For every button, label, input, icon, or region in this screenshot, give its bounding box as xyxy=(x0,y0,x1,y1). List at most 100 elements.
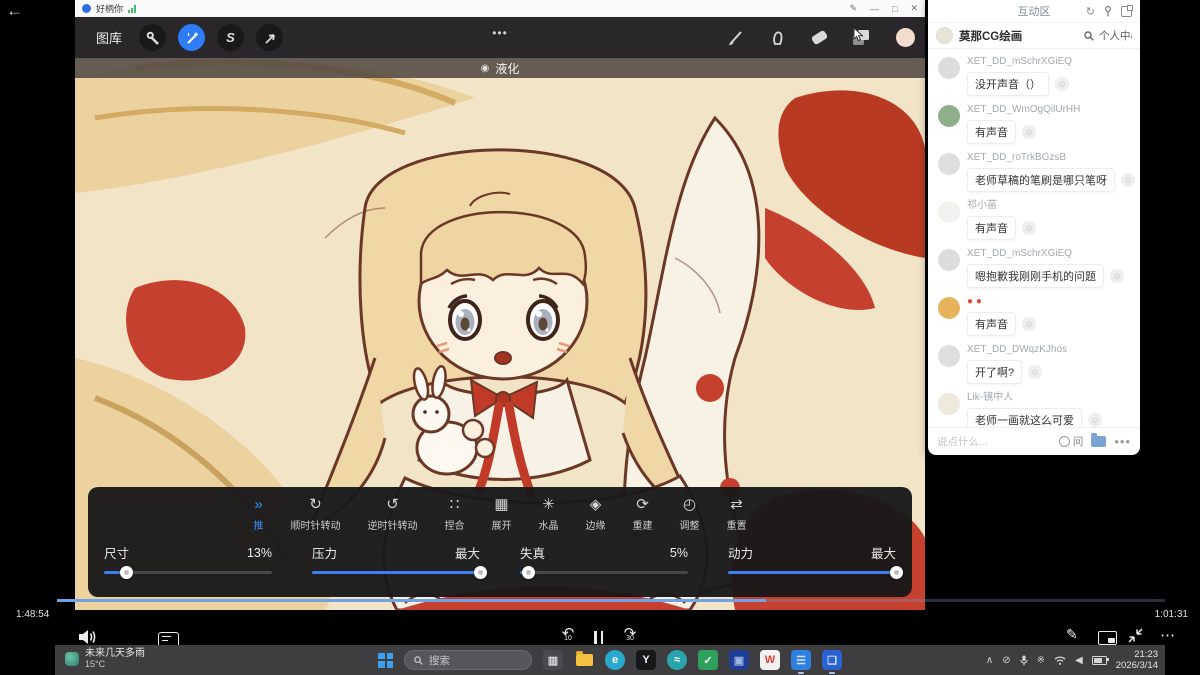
pin-icon[interactable] xyxy=(1104,6,1112,17)
folder-icon[interactable] xyxy=(1091,436,1106,447)
momentum-slider[interactable]: 动力最大 xyxy=(728,543,896,574)
microphone-icon[interactable] xyxy=(1020,655,1028,666)
annotate-icon[interactable]: ✎ xyxy=(849,3,857,14)
start-button[interactable] xyxy=(378,653,393,668)
slider-track[interactable] xyxy=(728,571,896,574)
taskbar-app-6[interactable]: ✓ xyxy=(698,650,718,670)
chat-message: Lik-镜中人 老师一画就这么可爱☺ xyxy=(938,392,1130,427)
back-button[interactable]: ← xyxy=(6,2,23,20)
personal-center-link[interactable]: 个人中心 xyxy=(1099,28,1132,43)
refresh-icon[interactable]: ↻ xyxy=(1086,5,1095,18)
message-action-icon[interactable]: ☺ xyxy=(1055,77,1069,91)
message-bubble: 老师草稿的笔刷是哪只笔呀 xyxy=(967,168,1115,192)
maximize-button[interactable]: □ xyxy=(892,4,897,14)
do-not-disturb-icon[interactable]: ⊘ xyxy=(1002,655,1010,666)
wifi-icon[interactable] xyxy=(1054,656,1066,665)
rewind-10-button[interactable]: ↶10 xyxy=(556,627,580,642)
slider-knob[interactable] xyxy=(890,566,903,579)
pip-button[interactable] xyxy=(1098,631,1117,645)
tool-reconstruct[interactable]: ⟳重建 xyxy=(633,497,653,532)
sender-name: 祁小苗 xyxy=(967,200,1036,212)
tray-volume-icon[interactable]: ◀ xyxy=(1075,655,1083,666)
chat-titlebar: 互动区 ↻ xyxy=(928,0,1140,23)
taskbar-clock[interactable]: 21:23 2026/3/14 xyxy=(1116,649,1158,671)
tool-pinch[interactable]: ∷捏合 xyxy=(445,497,465,532)
message-action-icon[interactable]: ☺ xyxy=(1022,221,1036,235)
message-action-icon[interactable]: ☺ xyxy=(1028,365,1042,379)
input-method-icon[interactable]: ※ xyxy=(1037,655,1045,666)
weather-widget[interactable]: 未来几天多雨 15°C xyxy=(65,648,145,669)
gallery-button[interactable]: 图库 xyxy=(96,28,122,47)
message-action-icon[interactable]: ☺ xyxy=(1121,173,1135,187)
tool-twirl-cw[interactable]: ↻顺时针转动 xyxy=(291,497,341,532)
eraser-icon[interactable] xyxy=(811,30,828,46)
message-action-icon[interactable]: ☺ xyxy=(1110,269,1124,283)
annotate-pencil-button[interactable]: ✎ xyxy=(1066,626,1078,643)
taskbar-app-4[interactable]: Y xyxy=(636,650,656,670)
taskbar-app-1[interactable]: ▥ xyxy=(543,650,563,670)
selection-button[interactable]: S xyxy=(217,24,244,51)
message-bubble: 嗯抱歉我刚刚手机的问题 xyxy=(967,264,1104,288)
taskbar-app-10[interactable]: ❑ xyxy=(822,650,842,670)
slider-track[interactable] xyxy=(104,571,272,574)
tool-reset[interactable]: ⇄重置 xyxy=(727,497,747,532)
transform-arrow-icon xyxy=(263,31,277,45)
chat-more-icon[interactable]: ••• xyxy=(1114,434,1131,449)
tray-expand-icon[interactable]: ∧ xyxy=(986,655,993,666)
message-action-icon[interactable]: ☺ xyxy=(1022,125,1036,139)
transform-button[interactable] xyxy=(256,24,283,51)
distortion-slider[interactable]: 失真5% xyxy=(520,543,688,574)
minimize-button[interactable]: — xyxy=(870,4,879,14)
chat-message: 祁小苗 有声音☺ xyxy=(938,200,1130,240)
slider-track[interactable] xyxy=(312,571,480,574)
exit-fullscreen-button[interactable] xyxy=(1128,628,1143,643)
popout-icon[interactable] xyxy=(1121,6,1132,17)
weather-forecast: 未来几天多雨 xyxy=(85,648,145,659)
actions-button[interactable] xyxy=(139,24,166,51)
tool-crystal[interactable]: ✳水晶 xyxy=(539,497,559,532)
tool-twirl-ccw[interactable]: ↺逆时针转动 xyxy=(368,497,418,532)
message-bubble: 开了啊? xyxy=(967,360,1022,384)
avatar xyxy=(938,345,960,367)
smudge-icon[interactable] xyxy=(770,29,786,46)
adjustments-button[interactable] xyxy=(178,24,205,51)
slider-knob[interactable] xyxy=(474,566,487,579)
chat-input[interactable]: 说点什么... xyxy=(937,434,1051,449)
slider-track[interactable] xyxy=(520,571,688,574)
video-progress-bar[interactable] xyxy=(57,599,1165,602)
taskbar-app-5[interactable]: ≈ xyxy=(667,650,687,670)
tool-edge[interactable]: ◈边缘 xyxy=(586,497,606,532)
player-more-button[interactable]: ⋯ xyxy=(1160,626,1176,644)
taskbar-app-7[interactable]: ▣ xyxy=(729,650,749,670)
pressure-slider[interactable]: 压力最大 xyxy=(312,543,480,574)
forward-30-button[interactable]: ↷30 xyxy=(618,627,642,642)
close-button[interactable]: ✕ xyxy=(910,3,918,14)
taskbar-search[interactable]: 搜索 xyxy=(404,650,532,670)
slider-knob[interactable] xyxy=(120,566,133,579)
tool-expand[interactable]: ▦展开 xyxy=(492,497,512,532)
size-slider[interactable]: 尺寸13% xyxy=(104,543,272,574)
message-bubble: 没开声音（） xyxy=(967,72,1049,96)
ask-question-button[interactable]: 问 xyxy=(1059,434,1084,449)
volume-button[interactable] xyxy=(78,629,98,645)
sender-name: ● ● xyxy=(967,296,1036,308)
edge-browser-icon[interactable]: e xyxy=(605,650,625,670)
tool-adjust[interactable]: ◴调整 xyxy=(680,497,700,532)
wps-icon[interactable]: W xyxy=(760,650,780,670)
color-swatch[interactable] xyxy=(896,28,915,47)
search-icon[interactable] xyxy=(1084,31,1094,41)
battery-icon[interactable] xyxy=(1092,656,1107,665)
file-explorer-icon[interactable] xyxy=(574,650,594,670)
taskbar-app-9[interactable]: ☰ xyxy=(791,650,811,670)
slider-knob[interactable] xyxy=(522,566,535,579)
slider-value: 13% xyxy=(247,546,272,560)
slider-label: 失真 xyxy=(520,543,545,562)
avatar xyxy=(938,297,960,319)
chat-message: XET_DD_mSchrXGiEQ 没开声音（）☺ xyxy=(938,56,1130,96)
tool-push[interactable]: »推 xyxy=(254,497,264,532)
brush-icon[interactable] xyxy=(727,29,744,46)
pause-button[interactable] xyxy=(594,631,606,644)
message-action-icon[interactable]: ☺ xyxy=(1088,413,1102,427)
message-action-icon[interactable]: ☺ xyxy=(1022,317,1036,331)
canvas-menu-dots[interactable]: ••• xyxy=(492,26,508,40)
